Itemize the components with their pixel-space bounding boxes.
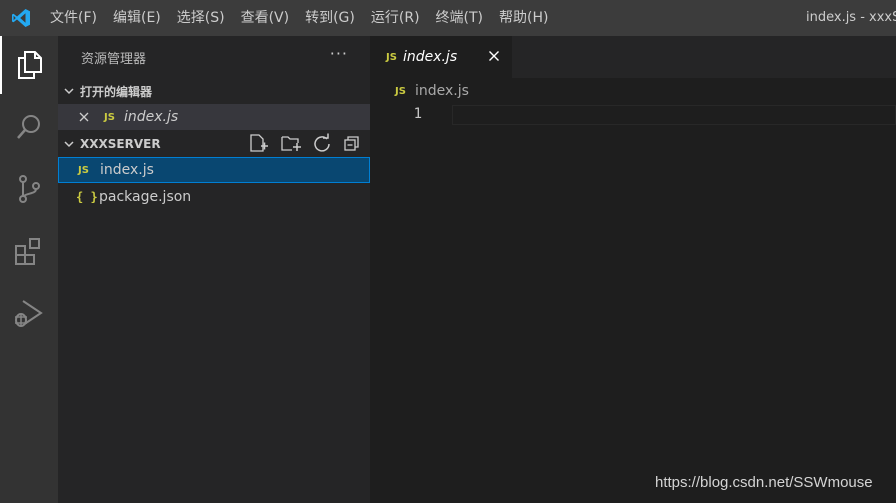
tab-label: index.js: [402, 49, 458, 65]
menu-selection[interactable]: 选择(S): [169, 0, 233, 36]
menu-go[interactable]: 转到(G): [297, 0, 363, 36]
vscode-logo-icon: [0, 0, 42, 36]
folder-header[interactable]: XXXSERVER: [58, 131, 370, 157]
run-debug-icon[interactable]: [0, 284, 58, 342]
file-name: package.json: [99, 189, 192, 205]
open-editor-item[interactable]: JS index.js: [58, 104, 370, 130]
js-file-icon: JS: [395, 85, 406, 97]
more-actions-icon[interactable]: ···: [330, 44, 348, 63]
menu-bar: 文件(F) 编辑(E) 选择(S) 查看(V) 转到(G) 运行(R) 终端(T…: [42, 0, 556, 36]
explorer-sidebar: 资源管理器 ··· 打开的编辑器 JS index.js XXXSERVER J…: [58, 36, 370, 503]
sidebar-header: 资源管理器 ···: [58, 36, 370, 78]
vscode-window: 文件(F) 编辑(E) 选择(S) 查看(V) 转到(G) 运行(R) 终端(T…: [0, 0, 896, 503]
extensions-icon[interactable]: [0, 222, 58, 280]
open-editors-label: 打开的编辑器: [80, 84, 153, 99]
file-item-package-json[interactable]: { } package.json: [58, 184, 370, 210]
sidebar-title: 资源管理器: [81, 52, 147, 67]
window-title: index.js - xxxSe: [806, 10, 896, 25]
menu-run[interactable]: 运行(R): [363, 0, 428, 36]
explorer-icon[interactable]: [0, 36, 58, 94]
source-control-icon[interactable]: [0, 160, 58, 218]
refresh-icon[interactable]: [312, 133, 332, 156]
breadcrumb: JS index.js: [370, 78, 896, 104]
js-file-icon: JS: [386, 51, 397, 63]
line-number: 1: [413, 106, 422, 122]
new-folder-icon[interactable]: [280, 133, 302, 156]
search-icon[interactable]: [0, 98, 58, 156]
activity-bar: [0, 36, 58, 503]
title-bar: 文件(F) 编辑(E) 选择(S) 查看(V) 转到(G) 运行(R) 终端(T…: [0, 0, 896, 36]
watermark-text: https://blog.csdn.net/SSWmouse: [655, 474, 873, 491]
file-name: index.js: [100, 162, 154, 178]
menu-terminal[interactable]: 终端(T): [428, 0, 491, 36]
editor-tab-bar: JS index.js: [370, 36, 896, 78]
menu-file[interactable]: 文件(F): [42, 0, 105, 36]
js-file-icon: JS: [104, 111, 115, 123]
menu-help[interactable]: 帮助(H): [491, 0, 556, 36]
json-file-icon: { }: [76, 190, 98, 204]
folder-label: XXXSERVER: [80, 137, 161, 151]
tab-index-js[interactable]: JS index.js: [370, 36, 512, 78]
collapse-all-icon[interactable]: [342, 133, 362, 156]
js-file-icon: JS: [78, 164, 89, 176]
new-file-icon[interactable]: [248, 133, 270, 156]
menu-view[interactable]: 查看(V): [233, 0, 298, 36]
close-icon[interactable]: [484, 46, 504, 66]
open-editor-filename: index.js: [124, 109, 179, 125]
code-editor-line[interactable]: [452, 105, 896, 125]
close-icon[interactable]: [78, 111, 98, 123]
menu-edit[interactable]: 编辑(E): [105, 0, 169, 36]
open-editors-header[interactable]: 打开的编辑器: [58, 78, 370, 104]
file-item-index-js[interactable]: JS index.js: [58, 157, 370, 183]
chevron-down-icon: [58, 85, 80, 97]
breadcrumb-file[interactable]: index.js: [415, 83, 469, 99]
explorer-toolbar: [248, 131, 362, 157]
chevron-down-icon: [58, 138, 80, 150]
